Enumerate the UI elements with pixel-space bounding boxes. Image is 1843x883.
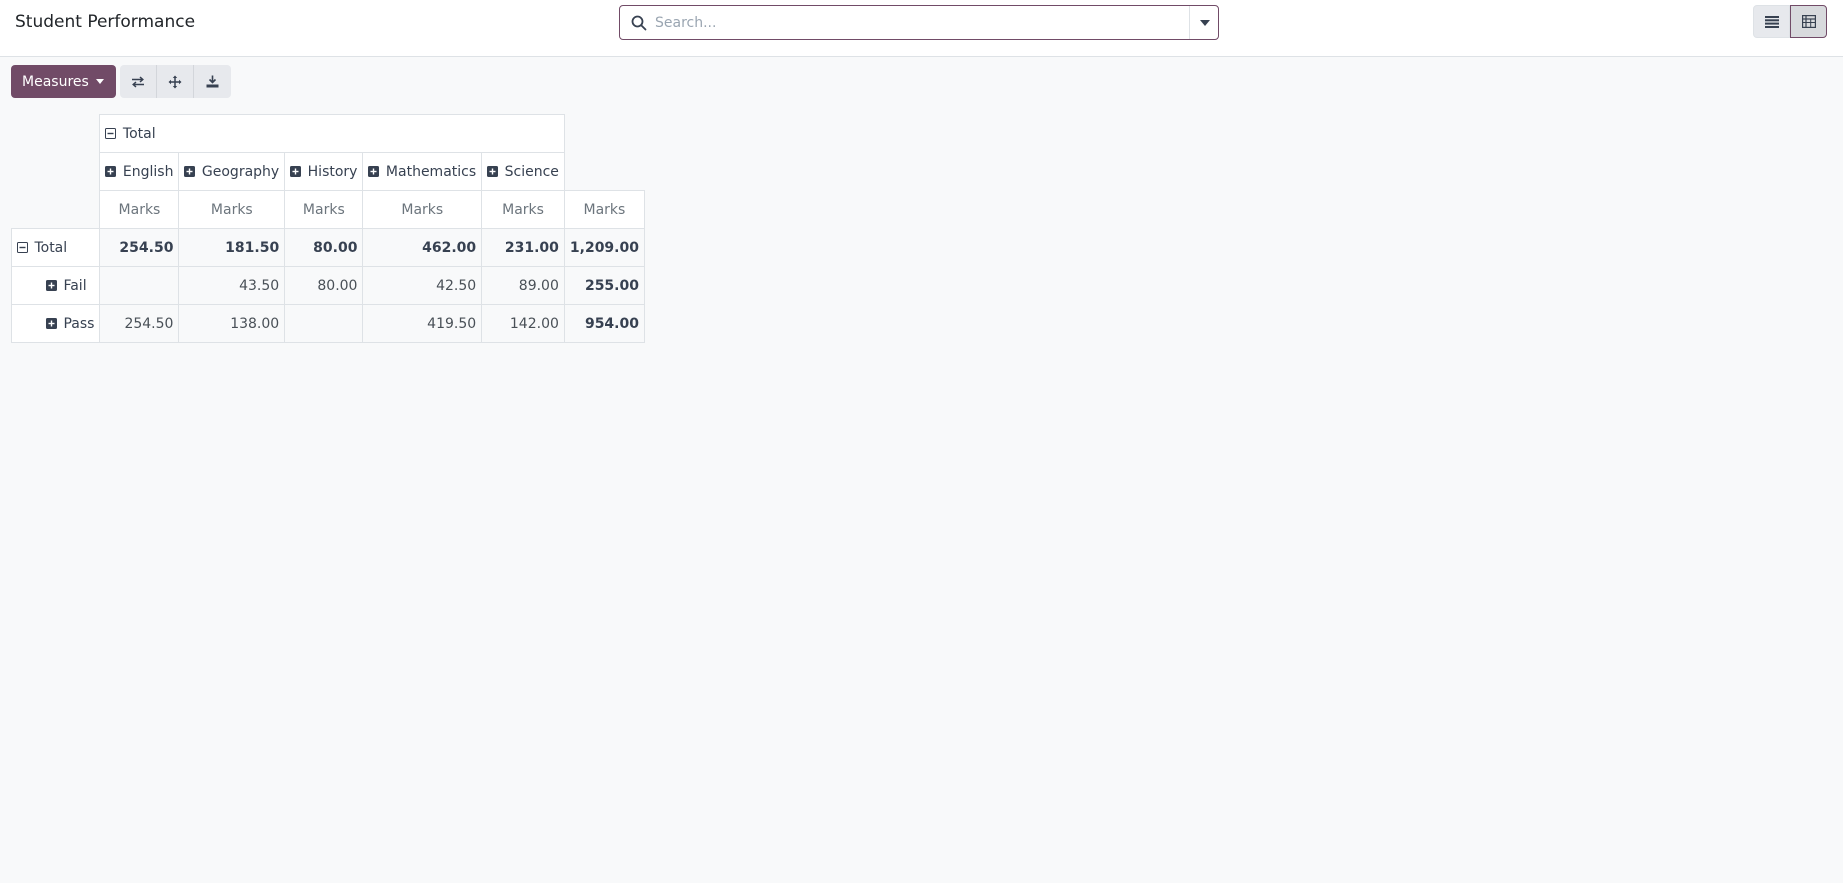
plus-square-icon	[46, 317, 57, 329]
pivot-table-icon	[1801, 15, 1816, 28]
pivot-cell[interactable]: 138.00	[178, 304, 286, 343]
measures-label: Measures	[22, 73, 89, 90]
search-options-toggle[interactable]	[1189, 6, 1218, 39]
pivot-actions	[119, 65, 231, 98]
column-group-header-total[interactable]: Total	[99, 114, 565, 153]
pivot-total-cell[interactable]: 954.00	[563, 304, 645, 343]
column-header-label: Mathematics	[385, 163, 477, 180]
plus-square-icon	[487, 165, 499, 177]
pivot-cell[interactable]: 43.50	[178, 266, 286, 305]
pivot-toolbar: Measures	[11, 65, 231, 98]
pivot-header-spacer	[564, 115, 644, 153]
plus-square-icon	[46, 279, 57, 291]
pivot-cell[interactable]: 142.00	[481, 304, 565, 343]
column-header-label: History	[307, 163, 358, 180]
table-row: Fail 43.50 80.00 42.50 89.00 255.00	[10, 266, 645, 305]
table-row: Total 254.50 181.50 80.00 462.00 231.00 …	[10, 228, 645, 267]
pivot-corner	[12, 115, 100, 153]
arrows-icon	[168, 75, 182, 88]
pivot-view-button[interactable]	[1790, 5, 1827, 38]
view-switcher	[1753, 5, 1827, 38]
row-header-label: Total	[34, 239, 68, 256]
row-header-fail[interactable]: Fail	[10, 266, 101, 305]
pivot-cell[interactable]: 419.50	[362, 304, 483, 343]
pivot-cell[interactable]: 80.00	[284, 266, 364, 305]
pivot-cell[interactable]: 231.00	[481, 228, 565, 267]
minus-square-icon	[105, 127, 117, 139]
top-bar: Student Performance	[0, 0, 1843, 57]
pivot-cell[interactable]: 42.50	[362, 266, 483, 305]
pivot-cell[interactable]	[284, 304, 364, 343]
minus-square-icon	[17, 241, 28, 253]
download-icon	[206, 75, 219, 88]
pivot-total-cell[interactable]: 1,209.00	[563, 228, 645, 267]
column-header-science[interactable]: Science	[481, 152, 565, 191]
measure-header[interactable]: Marks	[178, 190, 286, 229]
flip-axis-button[interactable]	[119, 65, 157, 98]
pivot-cell[interactable]	[99, 266, 180, 305]
column-header-label: Science	[504, 163, 559, 180]
caret-down-icon	[1200, 20, 1210, 26]
column-header-mathematics[interactable]: Mathematics	[362, 152, 483, 191]
measure-header[interactable]: Marks	[563, 190, 645, 229]
search-input[interactable]	[655, 10, 1195, 35]
pivot-cell[interactable]: 462.00	[362, 228, 483, 267]
pivot-cell[interactable]: 254.50	[99, 228, 180, 267]
exchange-icon	[131, 75, 144, 88]
plus-square-icon	[184, 165, 196, 177]
caret-down-icon	[95, 79, 104, 84]
table-row: Pass 254.50 138.00 419.50 142.00 954.00	[10, 304, 645, 343]
expand-all-button[interactable]	[156, 65, 194, 98]
pivot-cell[interactable]: 181.50	[178, 228, 286, 267]
download-button[interactable]	[193, 65, 231, 98]
row-header-label: Fail	[63, 277, 87, 294]
pivot-table: Total English Geography History Mathemat…	[10, 114, 645, 343]
measure-header[interactable]: Marks	[362, 190, 483, 229]
search-bar[interactable]	[619, 5, 1219, 40]
column-header-label: Geography	[201, 163, 280, 180]
search-icon	[631, 15, 647, 31]
plus-square-icon	[105, 165, 117, 177]
row-header-total[interactable]: Total	[10, 228, 101, 267]
list-icon	[1764, 15, 1779, 28]
plus-square-icon	[368, 165, 380, 177]
pivot-header-spacer	[564, 153, 644, 191]
pivot-cell[interactable]: 80.00	[284, 228, 364, 267]
pivot-total-cell[interactable]: 255.00	[563, 266, 645, 305]
column-header-history[interactable]: History	[284, 152, 364, 191]
page-title: Student Performance	[15, 12, 196, 32]
measure-header[interactable]: Marks	[99, 190, 180, 229]
measure-header[interactable]: Marks	[481, 190, 565, 229]
row-header-label: Pass	[63, 315, 95, 332]
plus-square-icon	[290, 165, 302, 177]
measures-button[interactable]: Measures	[11, 65, 116, 98]
pivot-corner	[12, 191, 100, 229]
pivot-cell[interactable]: 89.00	[481, 266, 565, 305]
pivot-corner	[12, 153, 100, 191]
column-header-geography[interactable]: Geography	[178, 152, 286, 191]
column-header-label: English	[122, 163, 174, 180]
row-header-pass[interactable]: Pass	[10, 304, 101, 343]
list-view-button[interactable]	[1753, 5, 1790, 38]
measure-header[interactable]: Marks	[284, 190, 364, 229]
pivot-cell[interactable]: 254.50	[99, 304, 180, 343]
column-header-english[interactable]: English	[99, 152, 180, 191]
column-group-label: Total	[122, 125, 156, 142]
